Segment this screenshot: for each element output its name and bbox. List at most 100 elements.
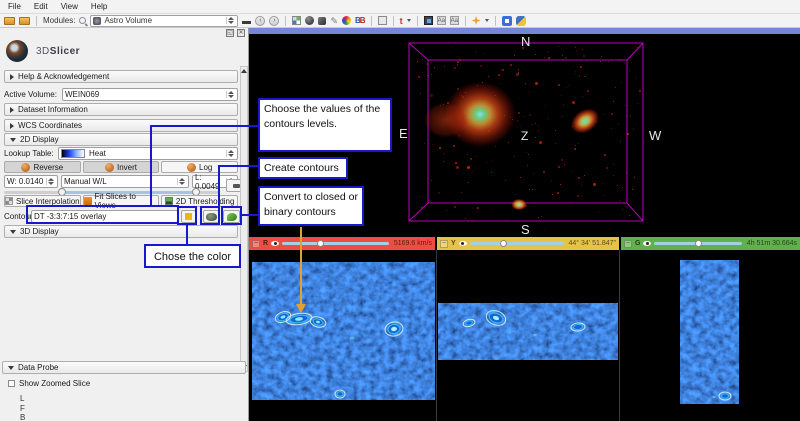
bb-modules-icon[interactable]: BB [355, 16, 365, 25]
scroll-up-icon[interactable] [241, 69, 247, 73]
module-icon [93, 17, 101, 25]
capture-view-icon[interactable] [424, 16, 433, 25]
window-spinbox[interactable]: W: 0.0140 [4, 175, 58, 188]
slice-letter: Y [451, 240, 456, 247]
fit-slices-icon [84, 197, 92, 205]
python-console-icon[interactable] [516, 16, 526, 26]
south-blob [510, 198, 528, 211]
slice-letter: R [263, 240, 268, 247]
slice-offset-slider[interactable] [654, 242, 741, 245]
active-volume-selector[interactable]: WEIN069 [62, 88, 238, 101]
annotation-arrow-head [296, 304, 306, 313]
eye-icon[interactable] [271, 241, 279, 246]
markups-icon[interactable]: t [400, 16, 403, 26]
slice-offset-slider[interactable] [282, 242, 389, 245]
color-pinwheel-icon[interactable] [342, 16, 351, 25]
annotation-highlight-contours-field [26, 205, 179, 224]
slice-slider-handle[interactable] [317, 240, 324, 247]
window-level-row: W: 0.0140 Manual W/L L: 0.0049 [4, 175, 238, 188]
history-back-icon[interactable]: ‹ [255, 16, 265, 26]
lookup-table-row: Lookup Table: Heat [4, 147, 238, 160]
slice-bar-green: − G 4h 51m 30.664s [621, 237, 800, 250]
slice-slider-handle[interactable] [500, 240, 507, 247]
wl-mode-spinner[interactable] [177, 178, 186, 185]
save-data-icon[interactable] [19, 17, 30, 25]
active-volume-label: Active Volume: [4, 90, 62, 99]
show-zoomed-slice-row: Show Zoomed Slice [8, 378, 242, 388]
axis-label-z: Z [521, 129, 528, 143]
expanded-triangle-icon [10, 230, 16, 234]
invert-button[interactable]: Invert [83, 161, 160, 173]
expanded-triangle-icon [10, 138, 16, 142]
load-data-icon[interactable] [4, 17, 15, 25]
mouse-mode-sphere-icon[interactable] [305, 16, 314, 25]
slice-slider-handle[interactable] [695, 240, 702, 247]
crosshair-dropdown-icon[interactable] [485, 19, 489, 22]
screenshot-icon[interactable] [378, 16, 387, 25]
mouse-mode-cube-icon[interactable] [318, 17, 326, 25]
annotation-connector [218, 165, 220, 206]
menu-edit[interactable]: Edit [34, 2, 48, 11]
annotation-ruler-icon[interactable]: Aa [437, 16, 446, 25]
section-data-probe[interactable]: Data Probe [2, 361, 246, 374]
module-options-icon[interactable] [242, 21, 251, 24]
log-icon [187, 163, 196, 172]
history-forward-icon[interactable]: › [269, 16, 279, 26]
collapse-button[interactable]: − [252, 240, 260, 248]
annotation-connector [151, 125, 258, 127]
eye-icon[interactable] [459, 241, 467, 246]
lookup-table-label: Lookup Table: [4, 149, 58, 158]
section-help-acknowledgement[interactable]: Help & Acknowledgement [4, 70, 238, 83]
slice-offset-value: 4h 51m 30.664s [747, 240, 797, 247]
slice-view-yellow[interactable] [438, 303, 618, 360]
toolbar: Modules: Astro Volume ‹ › ✎ BB t Aa Aa [0, 14, 800, 28]
interpolation-icon [5, 197, 13, 205]
window-spinner[interactable] [46, 178, 55, 185]
markups-dropdown-icon[interactable] [407, 19, 411, 22]
slice-view-green[interactable] [680, 260, 739, 404]
axis-label-west: W [649, 128, 661, 143]
lookup-spinner[interactable] [226, 150, 235, 157]
thresholding-icon [165, 197, 173, 205]
extensions-manager-icon[interactable] [502, 16, 512, 26]
module-selector[interactable]: Astro Volume [90, 15, 238, 27]
slice-bar-yellow: − Y 44° 34' 51.847" [437, 237, 619, 250]
slice-view-red[interactable] [252, 262, 435, 400]
slice-bar-red: − R 5169.6 km/s [249, 237, 435, 250]
menu-help[interactable]: Help [91, 2, 107, 11]
section-2d-display[interactable]: 2D Display [4, 133, 238, 146]
show-zoomed-slice-label: Show Zoomed Slice [19, 379, 90, 388]
annotation-choose-color: Chose the color [144, 244, 241, 268]
annotation-highlight-color-button [177, 206, 197, 225]
menu-file[interactable]: File [8, 2, 21, 11]
slice-offset-slider[interactable] [470, 242, 564, 245]
section-3d-display[interactable]: 3D Display [4, 225, 238, 238]
probe-line-f: F [20, 404, 25, 413]
lookup-table-selector[interactable]: Heat [58, 147, 238, 160]
crosshair-star-icon[interactable] [472, 16, 481, 25]
eye-icon[interactable] [643, 241, 651, 246]
panel-close-icon[interactable]: ✕ [237, 29, 245, 37]
annotation-choose-values: Choose the values of the contours levels… [258, 98, 392, 152]
collapse-button[interactable]: − [624, 240, 632, 248]
wl-mode-selector[interactable]: Manual W/L [61, 175, 189, 188]
layout-icon[interactable] [292, 16, 301, 25]
active-volume-row: Active Volume: WEIN069 [4, 88, 238, 101]
annotate-pencil-icon[interactable]: ✎ [330, 16, 338, 26]
menu-view[interactable]: View [61, 2, 78, 11]
section-dataset-information[interactable]: Dataset Information [4, 103, 238, 116]
slice-divider [436, 250, 437, 421]
log-button[interactable]: Log [161, 161, 238, 173]
modules-label: Modules: [43, 16, 75, 25]
slicer-logo: 3DSlicer [6, 40, 80, 62]
show-zoomed-slice-checkbox[interactable] [8, 380, 15, 387]
collapse-button[interactable]: − [440, 240, 448, 248]
reverse-button[interactable]: Reverse [4, 161, 81, 173]
panel-undock-icon[interactable]: ◱ [226, 29, 234, 37]
module-search-icon[interactable] [79, 17, 86, 24]
annotation-create-contours: Create contours [258, 157, 348, 179]
module-selector-spinner[interactable] [226, 17, 235, 24]
annotation-list-icon[interactable]: Aa [450, 16, 459, 25]
axis-label-east: E [399, 126, 408, 141]
active-volume-spinner[interactable] [226, 91, 235, 98]
